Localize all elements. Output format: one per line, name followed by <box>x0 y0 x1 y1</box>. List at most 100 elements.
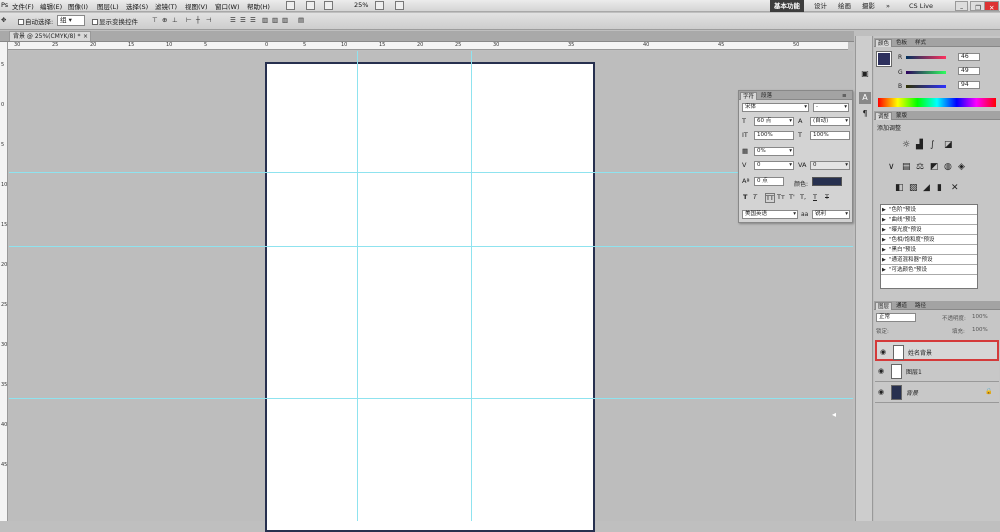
font-family-select[interactable]: 宋体 ▾ <box>742 103 809 112</box>
eye-icon[interactable]: ◉ <box>878 388 884 396</box>
preset-curves[interactable]: "曲线"预设 <box>881 215 977 225</box>
leading-input[interactable]: (自动) ▾ <box>810 117 850 126</box>
guide-horizontal[interactable] <box>9 172 853 173</box>
auto-align-icon[interactable]: ▤ <box>298 16 304 24</box>
guide-horizontal[interactable] <box>9 398 853 399</box>
all-caps-button[interactable]: TT <box>765 193 775 203</box>
subscript-button[interactable]: T, <box>800 193 806 201</box>
hue-saturation-icon[interactable]: ▤ <box>902 162 911 172</box>
small-caps-button[interactable]: Tт <box>777 193 785 201</box>
tab-character[interactable]: 字符 <box>740 92 758 100</box>
align-left-icon[interactable]: ⊢ <box>186 16 192 24</box>
document-canvas[interactable] <box>265 62 595 532</box>
workspace-basic[interactable]: 基本功能 <box>770 0 804 12</box>
align-vcenter-icon[interactable]: ⊕ <box>162 16 167 24</box>
menu-file[interactable]: 文件(F) <box>12 1 34 11</box>
preset-hue-saturation[interactable]: "色相/饱和度"预设 <box>881 235 977 245</box>
view-extras-icon[interactable] <box>324 1 333 10</box>
preset-exposure[interactable]: "曝光度"预设 <box>881 225 977 235</box>
menu-image[interactable]: 图像(I) <box>68 1 88 11</box>
bridge-icon[interactable] <box>286 1 295 10</box>
align-right-icon[interactable]: ⊣ <box>206 16 212 24</box>
minimize-button[interactable]: – <box>955 1 969 12</box>
move-tool-icon[interactable]: ✥ <box>1 16 6 24</box>
levels-icon[interactable]: ▟ <box>916 140 923 150</box>
panel-menu-icon[interactable]: ≡ <box>840 92 849 100</box>
posterize-icon[interactable]: ▨ <box>909 183 918 193</box>
distribute-left-icon[interactable]: ▥ <box>262 16 268 24</box>
layer-row[interactable]: ◉ 图层1 <box>875 361 999 382</box>
tab-styles[interactable]: 样式 <box>913 39 928 47</box>
distribute-bottom-icon[interactable]: ☰ <box>250 16 256 24</box>
black-white-icon[interactable]: ◩ <box>930 162 939 172</box>
screen-mode-icon[interactable] <box>395 1 404 10</box>
tab-color[interactable]: 颜色 <box>875 39 893 47</box>
text-color-swatch[interactable] <box>812 177 842 186</box>
font-style-select[interactable]: - ▾ <box>813 103 849 112</box>
faux-italic-button[interactable]: T <box>753 193 757 201</box>
tab-adjustments[interactable]: 调整 <box>875 112 893 120</box>
guide-horizontal[interactable] <box>9 246 853 247</box>
gradient-map-icon[interactable]: ▮ <box>937 183 942 193</box>
language-select[interactable]: 美国英语 ▾ <box>742 210 798 219</box>
workspace-photo[interactable]: 摄影 <box>858 0 879 12</box>
align-top-icon[interactable]: ⊤ <box>152 16 158 24</box>
curves-icon[interactable]: ∫ <box>930 140 935 150</box>
distribute-hcenter-icon[interactable]: ▥ <box>272 16 278 24</box>
menu-edit[interactable]: 编辑(E) <box>40 1 62 11</box>
superscript-button[interactable]: T' <box>789 193 795 201</box>
distribute-vcenter-icon[interactable]: ☰ <box>240 16 246 24</box>
tab-layers[interactable]: 图层 <box>875 302 893 310</box>
guide-vertical[interactable] <box>357 51 358 521</box>
tab-paragraph[interactable]: 段落 <box>759 92 774 100</box>
r-slider[interactable] <box>906 56 946 59</box>
kerning-input[interactable]: 0 ▾ <box>754 161 794 170</box>
close-tab-icon[interactable]: × <box>83 32 88 41</box>
threshold-icon[interactable]: ◢ <box>923 183 930 193</box>
channel-mixer-icon[interactable]: ◈ <box>958 162 965 172</box>
anti-alias-select[interactable]: 锐利 ▾ <box>812 210 850 219</box>
r-value[interactable]: 46 <box>958 53 980 61</box>
minibridge-icon[interactable] <box>306 1 315 10</box>
menu-view[interactable]: 视图(V) <box>185 1 208 11</box>
tab-swatches[interactable]: 色板 <box>894 39 909 47</box>
history-icon[interactable]: ▣ <box>859 68 871 80</box>
zoom-level[interactable]: 25% <box>354 1 368 9</box>
menu-help[interactable]: 帮助(H) <box>247 1 270 11</box>
foreground-color-swatch[interactable] <box>876 51 892 67</box>
exposure-icon[interactable]: ◪ <box>944 140 953 150</box>
tab-paths[interactable]: 路径 <box>913 302 928 310</box>
font-size-input[interactable]: 60 点 ▾ <box>754 117 794 126</box>
tracking-input[interactable]: 0 ▾ <box>810 161 850 170</box>
fill-value[interactable]: 100% <box>972 327 988 333</box>
show-transform-checkbox[interactable]: 显示变换控件 <box>92 16 138 26</box>
photo-filter-icon[interactable]: ◍ <box>944 162 952 172</box>
selective-color-icon[interactable]: ✕ <box>951 183 959 193</box>
distribute-top-icon[interactable]: ☰ <box>230 16 236 24</box>
baseline-shift-input[interactable]: 0 点 <box>754 177 784 186</box>
vibrance-icon[interactable]: ∨ <box>888 162 895 172</box>
eye-icon[interactable]: ◉ <box>880 348 886 356</box>
paragraph-panel-icon[interactable]: ¶ <box>859 108 871 120</box>
invert-icon[interactable]: ◧ <box>895 183 904 193</box>
menu-layer[interactable]: 图层(L) <box>97 1 119 11</box>
preset-selective-color[interactable]: "可选颜色"预设 <box>881 265 977 275</box>
preset-black-white[interactable]: "黑白"预设 <box>881 245 977 255</box>
blend-mode-select[interactable]: 正常 <box>876 313 916 322</box>
b-slider[interactable] <box>906 85 946 88</box>
cs-live-button[interactable]: CS Live <box>905 0 937 12</box>
close-button[interactable]: ✕ <box>984 1 1000 12</box>
horizontal-scale-input[interactable]: 100% <box>810 131 850 140</box>
underline-button[interactable]: T <box>813 193 817 201</box>
workspace-paint[interactable]: 绘画 <box>834 0 855 12</box>
tab-masks[interactable]: 蒙版 <box>894 112 909 120</box>
opacity-value[interactable]: 100% <box>972 314 988 320</box>
tab-channels[interactable]: 通道 <box>894 302 909 310</box>
menu-filter[interactable]: 滤镜(T) <box>155 1 177 11</box>
eye-icon[interactable]: ◉ <box>878 367 884 375</box>
vertical-scale-input[interactable]: 100% <box>754 131 794 140</box>
workspace-design[interactable]: 设计 <box>810 0 831 12</box>
strikethrough-button[interactable]: T <box>825 193 829 201</box>
workspace-more-icon[interactable]: » <box>882 0 894 12</box>
color-spectrum[interactable] <box>878 98 996 107</box>
